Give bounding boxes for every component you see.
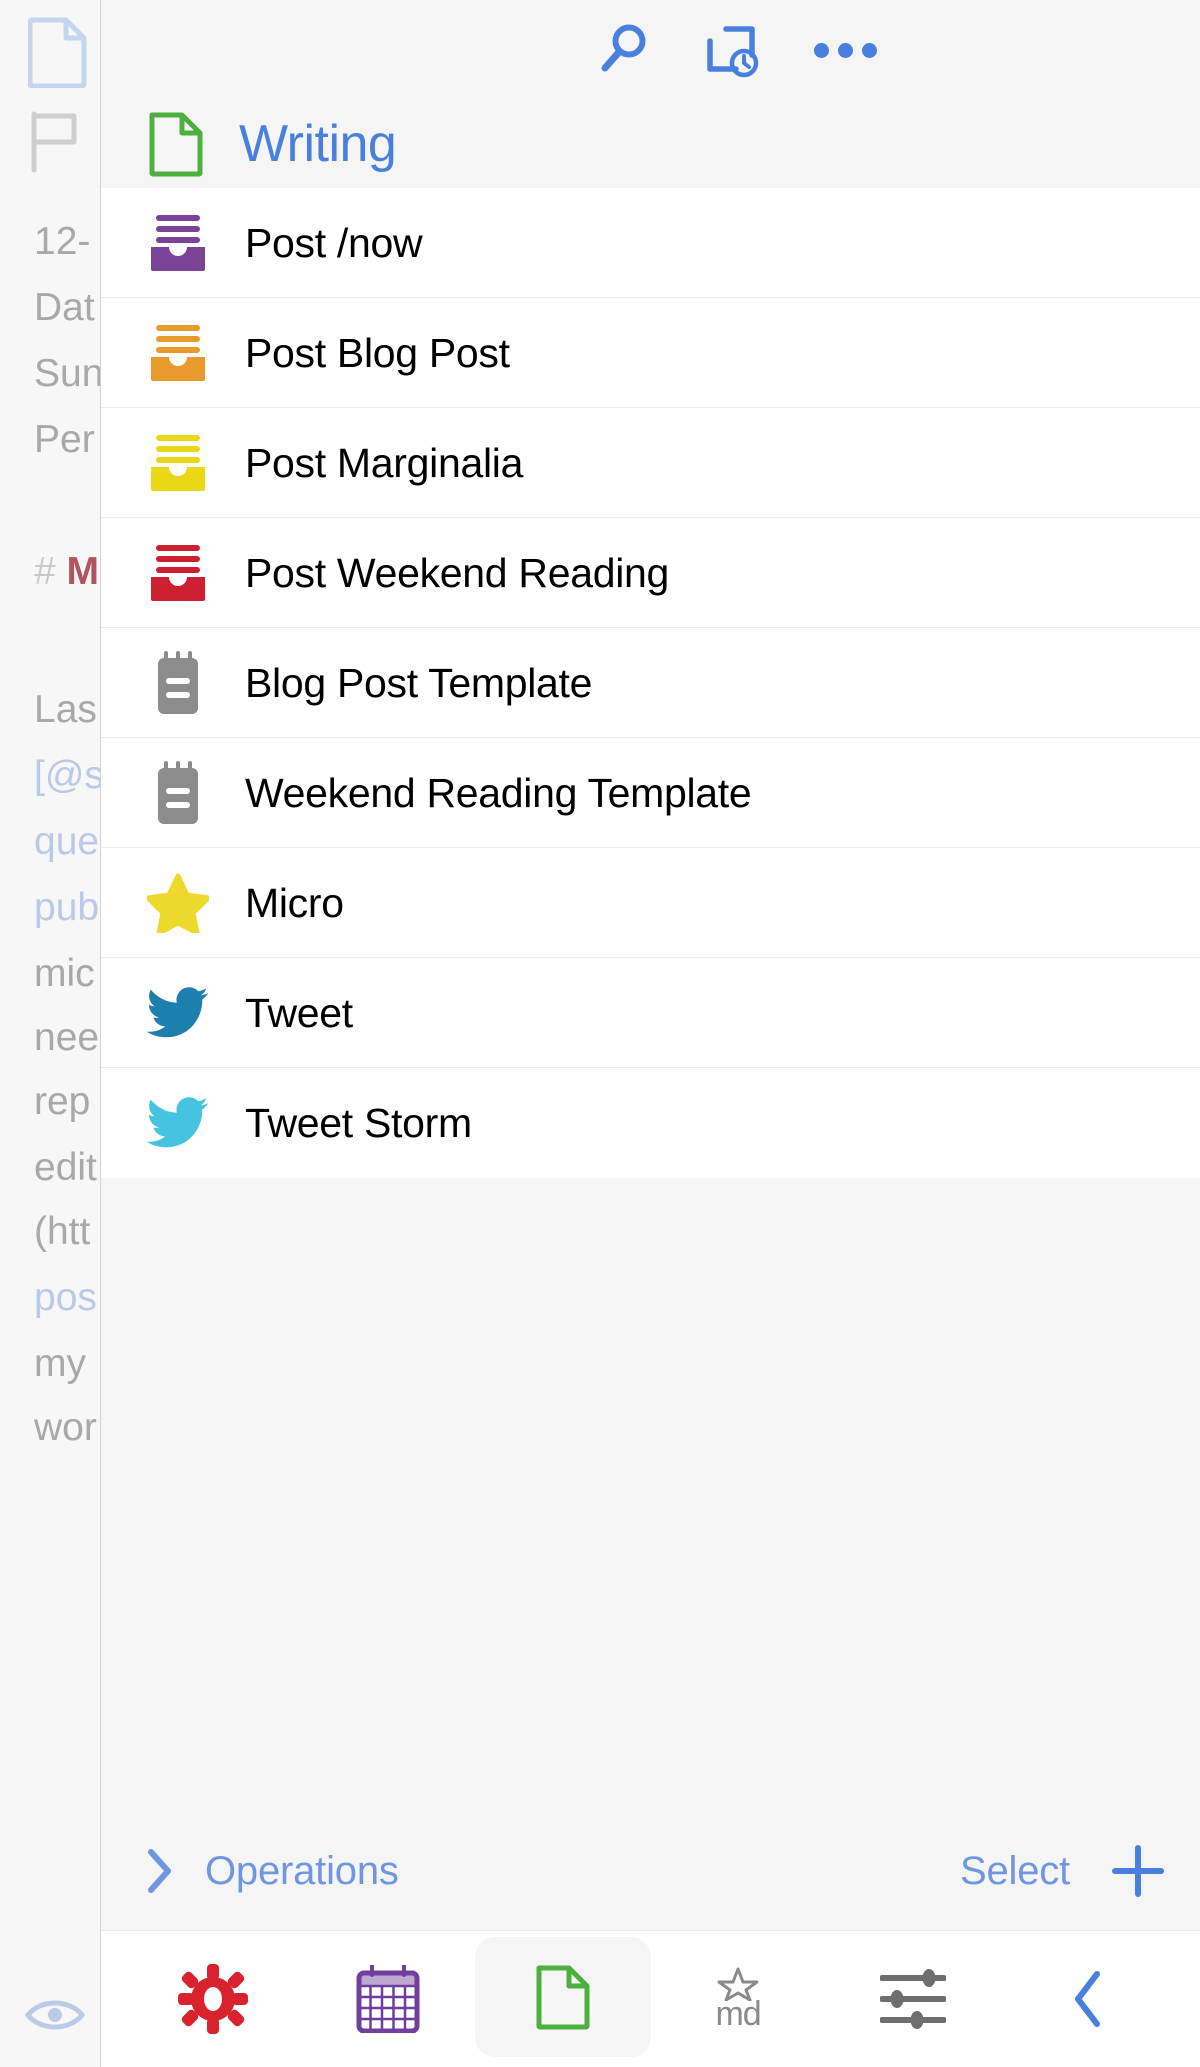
tab-calendar[interactable] <box>300 1931 475 2067</box>
document-outline-icon <box>535 1964 591 2030</box>
workspace-header[interactable]: Writing <box>101 100 1200 188</box>
notepad-icon <box>147 650 209 716</box>
action-label: Post Marginalia <box>245 439 524 486</box>
archive-inbox-icon <box>147 433 209 493</box>
action-label: Blog Post Template <box>245 659 593 706</box>
tab-sliders[interactable] <box>826 1931 1001 2067</box>
calendar-icon <box>356 1965 420 2033</box>
archive-inbox-icon <box>147 542 209 604</box>
flag-icon <box>28 110 86 179</box>
select-button[interactable]: Select <box>960 1849 1070 1894</box>
recent-history-icon[interactable] <box>699 18 763 82</box>
sliders-icon <box>877 1963 949 2035</box>
archive-inbox-icon <box>147 432 209 494</box>
action-row[interactable]: Blog Post Template <box>101 628 1200 738</box>
document-icon <box>27 16 88 93</box>
twitter-bird-icon <box>147 1092 209 1154</box>
panel-footer: Operations Select <box>101 1812 1200 1930</box>
tab-settings[interactable] <box>125 1931 300 2067</box>
gear-icon <box>177 1964 248 2034</box>
twitter-bird-icon <box>147 987 209 1039</box>
chevron-left-icon <box>1069 1969 1107 2029</box>
more-options-icon[interactable] <box>813 18 877 82</box>
action-label: Tweet <box>245 989 353 1036</box>
sliders-icon <box>880 1968 947 2030</box>
action-row[interactable]: Weekend Reading Template <box>101 738 1200 848</box>
action-row[interactable]: Post Blog Post <box>101 298 1200 408</box>
tab-back[interactable] <box>1001 1931 1176 2067</box>
action-label: Tweet Storm <box>245 1099 472 1146</box>
gear-icon <box>177 1963 249 2035</box>
notepad-icon <box>150 760 206 826</box>
bottom-tab-bar: md <box>101 1930 1200 2067</box>
workspace-title: Writing <box>239 115 397 173</box>
chevron-right-icon <box>141 1846 179 1896</box>
more-dots <box>813 42 877 58</box>
action-row[interactable]: Micro <box>101 848 1200 958</box>
eye-icon[interactable] <box>24 1995 86 2040</box>
archive-inbox-icon <box>147 212 209 274</box>
action-row[interactable]: Post Weekend Reading <box>101 518 1200 628</box>
action-row[interactable]: Post /now <box>101 188 1200 298</box>
notepad-icon <box>150 650 206 716</box>
actions-panel: Writing Post /now Post Blog Post Post Marg… <box>100 0 1200 2067</box>
operations-button[interactable]: Operations <box>141 1846 399 1896</box>
archive-inbox-icon <box>147 323 209 383</box>
notepad-icon <box>147 760 209 826</box>
panel-toolbar <box>101 0 1200 100</box>
list-empty-space <box>101 1178 1200 1812</box>
archive-inbox-icon <box>147 213 209 273</box>
tab-drafts[interactable] <box>475 1937 651 2057</box>
action-label: Micro <box>245 879 344 926</box>
star-icon <box>147 873 209 933</box>
action-label: Post Blog Post <box>245 329 510 376</box>
action-label: Post /now <box>245 219 423 266</box>
action-row[interactable]: Post Marginalia <box>101 408 1200 518</box>
operations-label: Operations <box>205 1848 399 1893</box>
document-outline-icon <box>527 1961 599 2033</box>
plus-icon[interactable] <box>1106 1839 1170 1903</box>
chevron-left-icon <box>1052 1963 1124 2035</box>
action-row[interactable]: Tweet <box>101 958 1200 1068</box>
twitter-bird-icon <box>147 1097 209 1149</box>
calendar-icon <box>352 1963 424 2035</box>
markdown-label: md <box>715 1995 761 2033</box>
app-root: 12- Dat Sun Per # M Las [@s que pub mic nee rep edit… <box>0 0 1200 2067</box>
twitter-bird-icon <box>147 982 209 1044</box>
tab-markdown[interactable]: md <box>651 1931 826 2067</box>
action-list: Post /now Post Blog Post Post Marginalia Po… <box>101 188 1200 1178</box>
archive-inbox-icon <box>147 322 209 384</box>
markdown-star-icon: md <box>712 1967 764 2031</box>
action-label: Weekend Reading Template <box>245 769 752 816</box>
footer-right-group: Select <box>960 1839 1170 1903</box>
markdown-star-icon: md <box>702 1963 774 2035</box>
action-label: Post Weekend Reading <box>245 549 670 596</box>
search-icon[interactable] <box>591 18 655 82</box>
star-icon <box>147 872 209 934</box>
document-outline-icon <box>147 112 205 177</box>
action-row[interactable]: Tweet Storm <box>101 1068 1200 1178</box>
archive-inbox-icon <box>147 543 209 603</box>
